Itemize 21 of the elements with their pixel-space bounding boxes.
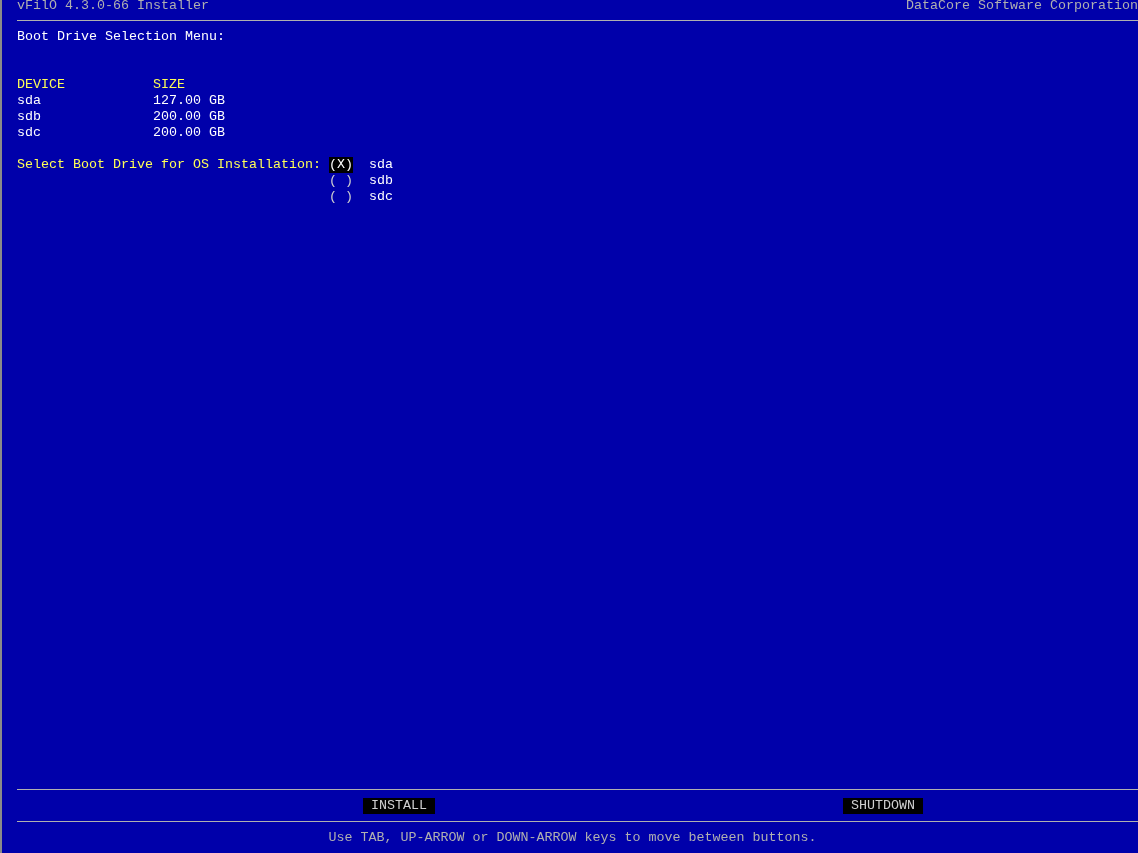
column-header: DEVICE — [17, 77, 66, 93]
menu-title: Boot Drive Selection Menu: — [17, 29, 225, 45]
installer-title: vFilO 4.3.0-66 Installer — [17, 0, 209, 14]
vendor-name: DataCore Software Corporation — [906, 0, 1138, 14]
help-text: Use TAB, UP-ARROW or DOWN-ARROW keys to move between buttons. — [328, 829, 817, 846]
device-cell-text: sdb — [17, 109, 42, 125]
radio-button[interactable]: (X) — [329, 157, 353, 173]
radio-button[interactable]: ( ) — [329, 189, 353, 205]
drive-option-label: sdb — [369, 173, 393, 189]
drive-option-label: sda — [369, 157, 393, 173]
device-cell-text: sda — [17, 93, 42, 109]
action-button[interactable]: INSTALL — [363, 797, 435, 814]
column-header: SIZE — [153, 77, 185, 93]
size-cell: 200.00 GB — [153, 109, 225, 125]
action-button[interactable]: SHUTDOWN — [843, 797, 923, 814]
device-cell-text: sdc — [17, 125, 42, 141]
size-cell: 200.00 GB — [153, 125, 225, 141]
radio-button[interactable]: ( ) — [329, 173, 353, 189]
size-cell: 127.00 GB — [153, 93, 225, 109]
drive-option-label: sdc — [369, 189, 393, 205]
boot-drive-label: Select Boot Drive for OS Installation: — [17, 157, 322, 174]
